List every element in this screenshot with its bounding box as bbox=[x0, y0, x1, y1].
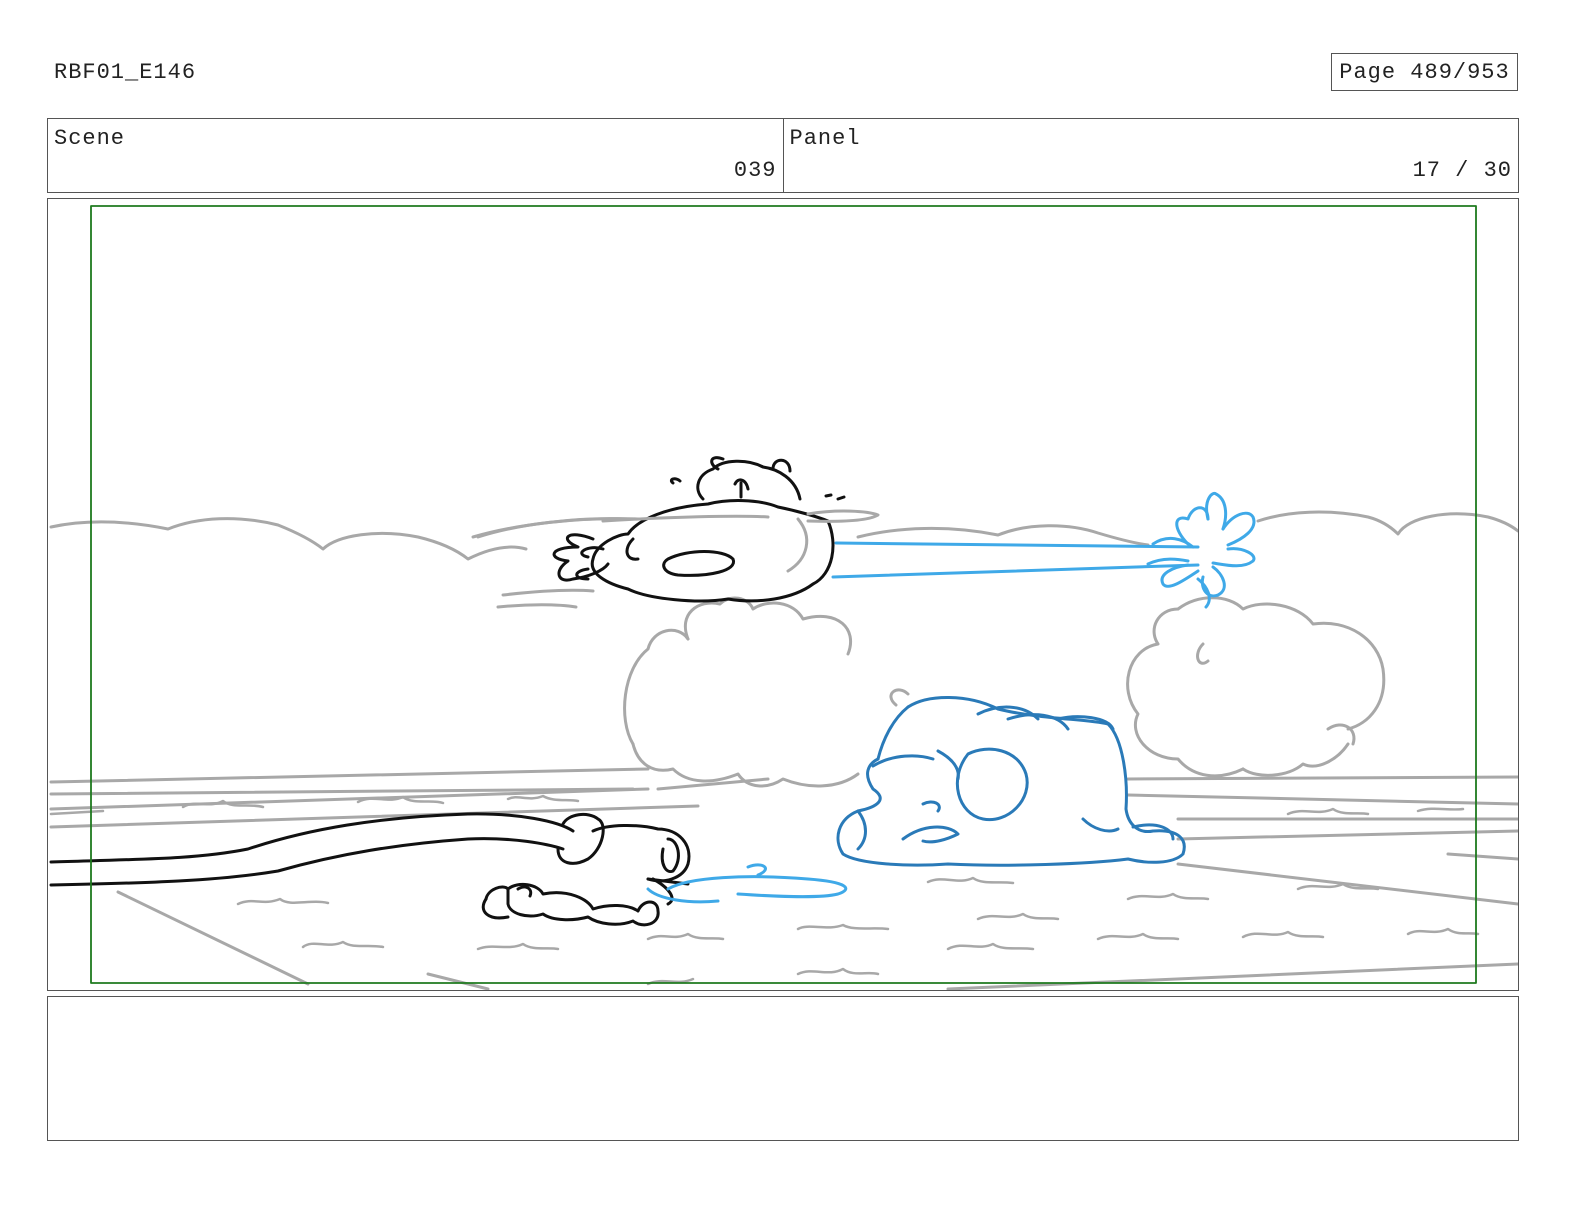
scene-panel-info: Scene 039 Panel 17 / 30 bbox=[47, 118, 1519, 193]
background-hills bbox=[49, 510, 1518, 561]
scene-label: Scene bbox=[54, 126, 126, 151]
water-puddle bbox=[646, 863, 848, 904]
flying-character bbox=[552, 456, 846, 603]
scene-cell: Scene 039 bbox=[48, 119, 783, 192]
page-number: Page 489/953 bbox=[1339, 59, 1510, 85]
panel-number: 17 / 30 bbox=[1412, 158, 1512, 183]
document-id: RBF01_E146 bbox=[54, 60, 197, 85]
blob-character bbox=[836, 696, 1186, 867]
page-number-box: Page 489/953 bbox=[1331, 53, 1518, 91]
background-ground bbox=[49, 767, 1518, 990]
garden-hose bbox=[49, 812, 691, 906]
background-grass bbox=[49, 794, 1480, 986]
background-bushes bbox=[623, 596, 1386, 788]
panel-drawing bbox=[49, 205, 1518, 990]
panel-label: Panel bbox=[789, 126, 861, 151]
storyboard-panel bbox=[47, 198, 1519, 991]
scene-number: 039 bbox=[733, 158, 777, 183]
panel-cell: Panel 17 / 30 bbox=[782, 119, 1519, 192]
motion-lines bbox=[476, 509, 880, 609]
water-spray bbox=[831, 491, 1256, 609]
storyboard-page: RBF01_E146 Page 489/953 Scene 039 Panel … bbox=[0, 0, 1584, 1224]
gloved-hand bbox=[481, 882, 660, 927]
notes-box bbox=[47, 996, 1519, 1141]
